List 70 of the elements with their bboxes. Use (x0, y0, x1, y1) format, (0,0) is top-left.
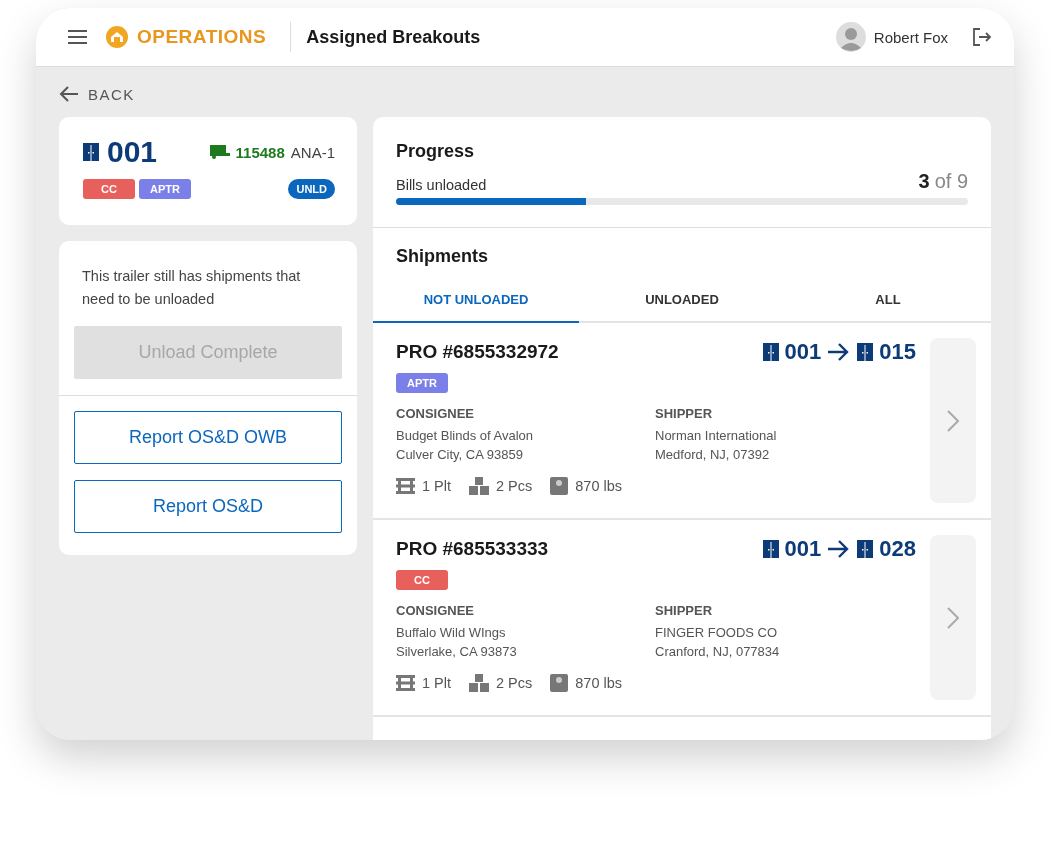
consignee-label: CONSIGNEE (396, 406, 475, 421)
consignee-name: Buffalo Wild WIngs (396, 624, 507, 642)
pallet-icon (396, 478, 415, 494)
menu-button[interactable] (68, 30, 87, 44)
user-name: Robert Fox (873, 28, 948, 46)
tab[interactable]: ALL (785, 278, 991, 323)
tab[interactable]: NOT UNLOADED (373, 278, 579, 323)
scale-icon (550, 674, 569, 692)
chevron-right-icon (947, 409, 959, 432)
to-door: 015 (879, 339, 916, 365)
door-icon (857, 540, 874, 558)
door-number: 001 (107, 135, 158, 169)
from-door: 001 (784, 536, 822, 562)
pallet-count: 1 Plt (422, 675, 451, 691)
chevron-right-icon (947, 606, 959, 629)
back-arrow-icon (59, 85, 79, 103)
to-door: 028 (879, 536, 916, 562)
status-pill: UNLD (288, 179, 335, 199)
back-link[interactable]: BACK (59, 81, 135, 107)
action-button[interactable]: Report OS&D (74, 480, 342, 533)
shipper-label: SHIPPER (655, 603, 714, 618)
right-arrow-icon (827, 540, 850, 558)
piece-count: 2 Pcs (496, 478, 533, 494)
page-title: Assigned Breakouts (306, 26, 481, 48)
trailer-number: 115488 (235, 143, 285, 161)
tag: CC (83, 179, 135, 199)
menu-icon (68, 30, 87, 44)
pallet-icon (396, 675, 415, 691)
shipper-name: Norman International (655, 427, 778, 445)
progress-label: Bills unloaded (396, 177, 488, 193)
tag: CC (396, 570, 448, 590)
door-icon (762, 343, 779, 361)
boxes-icon (469, 477, 489, 495)
door-icon (857, 343, 874, 361)
shipper-address: Cranford, NJ, 077834 (655, 643, 781, 661)
progress-title: Progress (396, 141, 476, 162)
right-arrow-icon (827, 343, 850, 361)
shipper-address: Medford, NJ, 07392 (655, 446, 771, 464)
shipper-label: SHIPPER (655, 406, 714, 421)
door-icon (762, 540, 779, 558)
consignee-label: CONSIGNEE (396, 603, 475, 618)
consignee-name: Budget Blinds of Avalon (396, 427, 535, 445)
tag: APTR (139, 179, 191, 199)
tab[interactable]: UNLOADED (579, 278, 785, 323)
truck-icon (209, 145, 230, 159)
boxes-icon (469, 674, 489, 692)
pro-number: PRO #6855332972 (396, 341, 559, 363)
pallet-count: 1 Plt (422, 478, 451, 494)
action-button[interactable]: Report OS&D OWB (74, 411, 342, 464)
from-door: 001 (784, 339, 822, 365)
weight: 870 lbs (575, 478, 623, 494)
shipments-title: Shipments (395, 245, 489, 268)
tag: APTR (396, 373, 448, 393)
app-name: OPERATIONS (137, 26, 267, 48)
avatar-icon (835, 22, 866, 52)
weight: 870 lbs (575, 675, 623, 691)
logout-icon (972, 28, 992, 46)
unload-message: This trailer still has shipments that need to be unloaded (82, 267, 302, 309)
shipper-name: FINGER FOODS CO (655, 624, 779, 642)
progress-count: 3 (918, 170, 930, 193)
door-icon (83, 143, 99, 161)
consignee-address: Silverlake, CA 93873 (396, 643, 518, 661)
scale-icon (550, 477, 569, 495)
pro-number: PRO #685533333 (396, 538, 549, 560)
trailer-location: ANA-1 (290, 143, 335, 161)
warehouse-logo-icon (106, 26, 128, 48)
piece-count: 2 Pcs (496, 675, 533, 691)
progress-total: of 9 (934, 170, 968, 193)
consignee-address: Culver City, CA 93859 (396, 446, 524, 464)
logout-button[interactable] (972, 28, 992, 46)
